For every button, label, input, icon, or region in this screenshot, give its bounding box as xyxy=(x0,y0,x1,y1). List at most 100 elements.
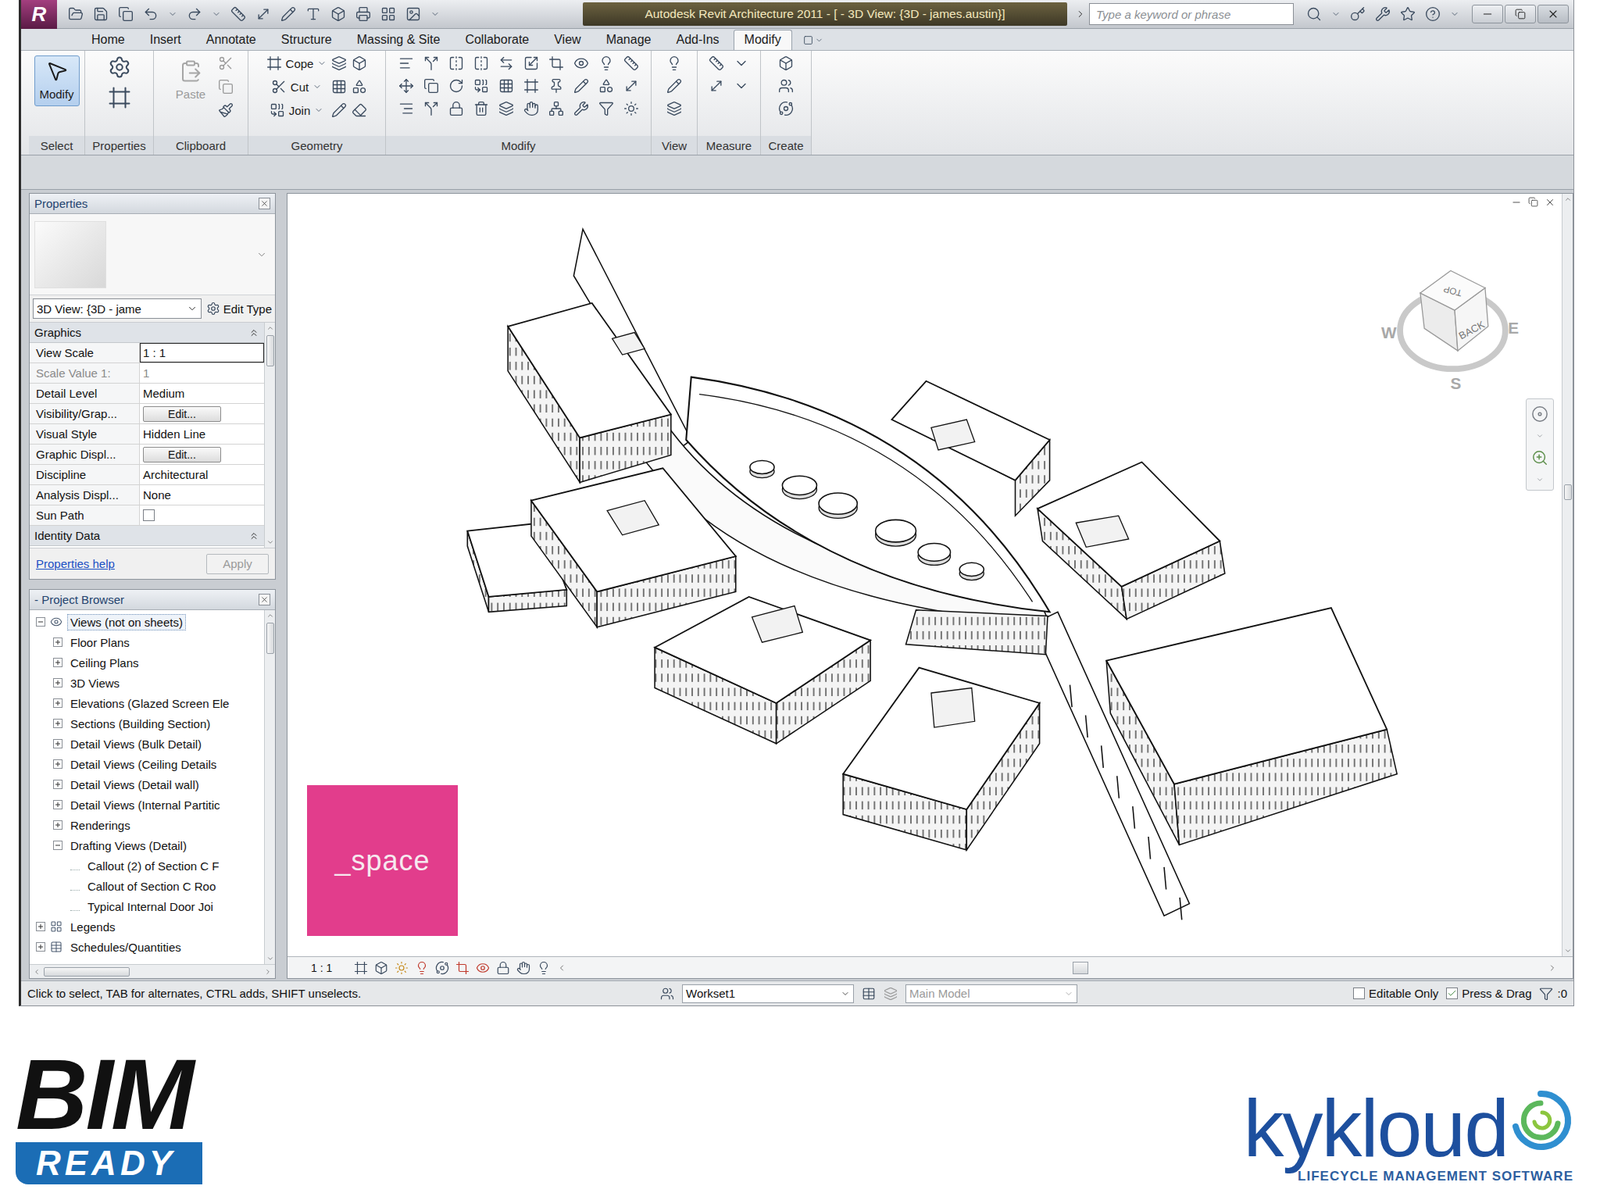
scale-icon[interactable] xyxy=(523,78,540,94)
delete-icon[interactable] xyxy=(473,100,490,117)
sync-icon[interactable] xyxy=(117,6,134,22)
building-block[interactable] xyxy=(507,303,672,483)
group-icon[interactable] xyxy=(498,100,515,117)
undo-dropdown-icon[interactable] xyxy=(167,9,178,19)
roof-unit[interactable] xyxy=(1075,515,1129,547)
column[interactable] xyxy=(1179,897,1183,921)
tree-item[interactable]: Callout of Section C Roo xyxy=(29,875,265,897)
property-value[interactable]: Hidden Line xyxy=(139,424,265,444)
edit-icon[interactable] xyxy=(573,100,590,117)
zoom-dropdown-icon[interactable] xyxy=(1535,475,1544,484)
override-graphics-icon[interactable] xyxy=(666,100,683,117)
rotate-icon[interactable] xyxy=(448,78,465,94)
sun-path-icon[interactable] xyxy=(394,960,409,975)
building-block[interactable] xyxy=(1106,607,1397,845)
tag-icon[interactable] xyxy=(280,6,297,22)
lock-view-icon[interactable] xyxy=(496,960,511,975)
collapse-group-icon[interactable] xyxy=(248,530,260,542)
tree-item[interactable]: Renderings xyxy=(29,814,265,836)
column[interactable] xyxy=(1101,745,1104,768)
building-roof[interactable] xyxy=(1037,461,1220,586)
building-block[interactable] xyxy=(531,467,736,627)
trim-icon[interactable] xyxy=(548,55,565,72)
scroll-left-icon[interactable] xyxy=(32,967,41,976)
close-palette-button[interactable] xyxy=(258,593,271,606)
column[interactable] xyxy=(1117,775,1120,799)
create-parts-icon[interactable] xyxy=(778,100,794,117)
wheel-dropdown-icon[interactable] xyxy=(1535,432,1544,440)
column[interactable] xyxy=(1164,867,1167,890)
atrium-roof[interactable] xyxy=(685,377,1050,613)
ribbon-tab[interactable]: Home xyxy=(80,29,136,50)
sun-path-checkbox[interactable] xyxy=(142,509,155,522)
restore-button[interactable] xyxy=(1504,4,1536,24)
search-dropdown-icon[interactable] xyxy=(1331,9,1341,19)
save-icon[interactable] xyxy=(92,6,109,22)
trim-extend-icon[interactable] xyxy=(473,78,490,94)
geometry-button[interactable]: Cut xyxy=(271,78,322,95)
demolish-icon[interactable] xyxy=(351,55,368,72)
crop-view-icon[interactable] xyxy=(455,960,470,975)
skylight[interactable] xyxy=(917,542,950,565)
match-type-icon[interactable] xyxy=(217,102,234,118)
help-dropdown-icon[interactable] xyxy=(1450,9,1460,19)
property-value[interactable] xyxy=(139,505,265,525)
editing-requests-icon[interactable] xyxy=(861,986,876,1001)
paint-face-icon[interactable] xyxy=(331,102,347,118)
expand-icon[interactable] xyxy=(35,942,46,952)
light-icon[interactable] xyxy=(623,100,640,117)
scroll-left-icon[interactable] xyxy=(557,963,567,973)
close-windows-icon[interactable] xyxy=(405,6,422,22)
close-palette-button[interactable] xyxy=(258,197,271,210)
geometry-button[interactable]: Join xyxy=(269,102,325,118)
join-icon[interactable] xyxy=(269,102,286,118)
shadows-icon[interactable] xyxy=(414,960,429,975)
tree-item[interactable]: Ceiling Plans xyxy=(29,652,265,673)
tree-item[interactable]: Sections (Building Section) xyxy=(29,713,265,734)
copy-clipboard-icon[interactable] xyxy=(217,78,234,95)
properties-help-link[interactable]: Properties help xyxy=(35,557,115,571)
check-icon[interactable] xyxy=(1446,988,1458,999)
pin-icon[interactable] xyxy=(548,78,565,94)
view-scale[interactable]: 1 : 1 xyxy=(310,961,333,975)
ribbon-tab[interactable]: Structure xyxy=(270,29,343,50)
paste-button[interactable]: Paste xyxy=(167,55,214,107)
building-roof[interactable] xyxy=(507,303,672,438)
array-icon[interactable] xyxy=(498,78,515,94)
expand-icon[interactable] xyxy=(53,800,63,810)
tree-item[interactable]: Views (not on sheets) xyxy=(29,611,265,633)
skylight[interactable] xyxy=(959,562,984,580)
application-button[interactable]: R xyxy=(21,0,58,29)
print-icon[interactable] xyxy=(355,6,372,22)
building-roof[interactable] xyxy=(531,467,736,592)
edit-type-icon[interactable] xyxy=(206,301,221,316)
move-icon[interactable] xyxy=(398,78,415,94)
override-icon[interactable] xyxy=(598,55,615,72)
text-tool-icon[interactable] xyxy=(305,6,322,22)
ribbon-display-toggle[interactable] xyxy=(795,35,824,50)
ribbon-tab[interactable]: Annotate xyxy=(195,29,268,50)
close-icon[interactable] xyxy=(260,199,269,208)
communication-icon[interactable] xyxy=(1375,6,1391,22)
schedule-icon[interactable] xyxy=(50,940,63,954)
create-similar-icon[interactable] xyxy=(778,55,794,72)
collapse-icon[interactable] xyxy=(53,840,63,850)
tree-item[interactable]: Schedules/Quantities xyxy=(29,936,265,958)
properties-header[interactable]: Properties xyxy=(29,193,275,215)
filter-icon[interactable] xyxy=(598,100,615,117)
ribbon-tab[interactable]: Collaborate xyxy=(453,29,540,50)
property-value[interactable]: Medium xyxy=(139,383,265,404)
expand-icon[interactable] xyxy=(53,698,63,708)
skylight[interactable] xyxy=(818,492,858,518)
dropdown-icon[interactable] xyxy=(1064,989,1074,999)
dropdown-icon[interactable] xyxy=(314,105,324,115)
subscription-icon[interactable] xyxy=(1350,6,1366,22)
ribbon-tab[interactable]: Massing & Site xyxy=(346,29,452,50)
roof-unit[interactable] xyxy=(607,500,659,536)
split-gap-icon[interactable] xyxy=(523,55,540,72)
minimize-button[interactable] xyxy=(1471,4,1504,24)
visual-style-icon[interactable] xyxy=(374,960,389,975)
skylight[interactable] xyxy=(782,475,817,499)
mirror-axis-icon[interactable] xyxy=(448,55,465,72)
type-selector[interactable]: 3D View: {3D - jame xyxy=(32,298,202,319)
